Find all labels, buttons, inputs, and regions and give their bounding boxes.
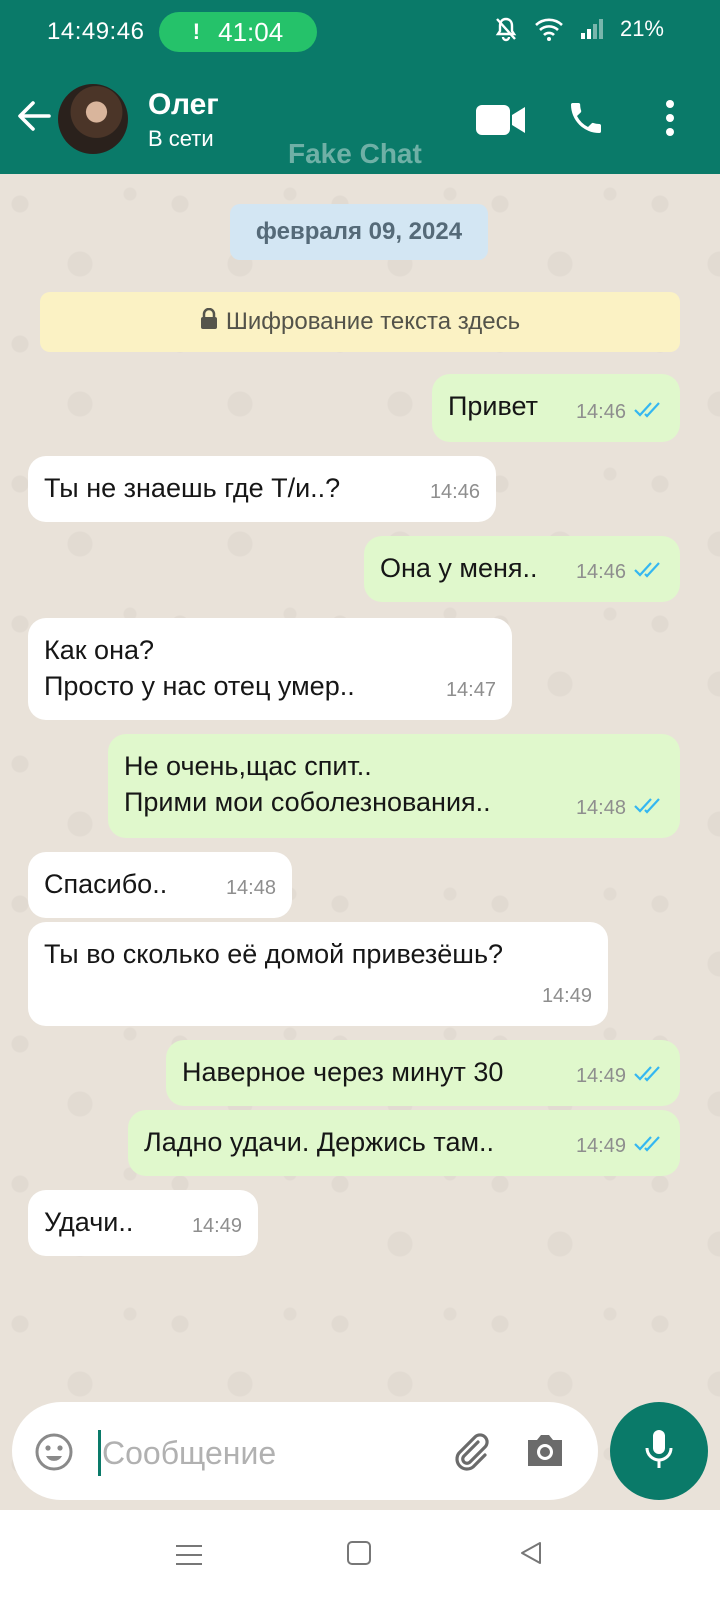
message-bubble-incoming[interactable]: Как она? Просто у нас отец умер.. 14:47 [28,618,512,720]
message-bubble-incoming[interactable]: Ты не знаешь где Т/и..? 14:46 [28,456,496,522]
message-text: Удачи.. [44,1207,134,1237]
contact-name[interactable]: Олег [148,88,219,122]
message-text: Ты во сколько её домой привезёшь? [44,939,504,969]
message-bubble-incoming[interactable]: Удачи.. 14:49 [28,1190,258,1256]
system-navigation-bar [0,1510,720,1600]
nav-back-icon[interactable] [518,1540,544,1571]
back-arrow-icon[interactable] [16,98,52,139]
message-time: 14:46 [575,561,626,583]
phone-call-icon[interactable] [566,98,606,143]
status-icons: 21% [494,16,664,42]
message-input[interactable] [102,1430,432,1476]
signal-icon [580,18,604,40]
message-composer [12,1402,598,1500]
wifi-icon [534,17,564,41]
message-bubble-outgoing[interactable]: Привет 14:46 [432,374,680,442]
paperclip-icon[interactable] [448,1428,492,1477]
lock-icon [200,307,218,337]
message-text: Ты не знаешь где Т/и..? [44,473,341,503]
message-time: 14:49 [575,1065,626,1087]
message-bubble-incoming[interactable]: Ты во сколько её домой привезёшь? 14:49 [28,922,608,1026]
read-ticks-icon [634,790,664,826]
message-bubble-outgoing[interactable]: Она у меня.. 14:46 [364,536,680,602]
contact-online-status: В сети [148,126,214,151]
message-time: 14:49 [191,1215,242,1237]
message-time: 14:46 [575,401,626,423]
message-text: Как она? Просто у нас отец умер.. [44,635,355,701]
call-timer: 41:04 [218,16,284,47]
camera-icon[interactable] [524,1432,566,1473]
message-time: 14:47 [445,679,496,701]
message-bubble-outgoing[interactable]: Наверное через минут 30 14:49 [166,1040,680,1106]
read-ticks-icon [634,1058,664,1094]
message-time: 14:46 [429,481,480,503]
encryption-text: Шифрование текста здесь [225,308,521,335]
message-text: Спасибо.. [44,869,168,899]
message-text: Привет [448,391,539,421]
video-call-icon[interactable] [476,104,526,141]
chat-header: Олег В сети Fake Chat [0,66,720,174]
message-time: 14:48 [225,877,276,899]
home-icon[interactable] [346,1540,372,1571]
message-text: Она у меня.. [380,553,538,583]
message-text: Ладно удачи. Держись там.. [144,1127,495,1157]
muted-bell-icon [494,16,518,42]
date-separator: февраля 09, 2024 [230,204,488,260]
message-bubble-outgoing[interactable]: Ладно удачи. Держись там.. 14:49 [128,1110,680,1176]
recent-apps-icon[interactable] [176,1544,202,1571]
text-cursor [98,1430,101,1476]
status-bar: 14:49:46 ! 41:04 21% [0,0,720,66]
emoji-icon[interactable] [34,1432,74,1477]
chat-area[interactable]: февраля 09, 2024 Шифрование текста здесь… [0,174,720,1510]
message-time: 14:49 [541,985,592,1007]
message-time: 14:48 [575,797,626,819]
microphone-icon [644,1428,674,1475]
more-options-icon[interactable] [664,98,676,143]
message-bubble-outgoing[interactable]: Не очень,щас спит.. Прими мои соболезнов… [108,734,680,838]
read-ticks-icon [634,1128,664,1164]
message-text: Не очень,щас спит.. Прими мои соболезнов… [124,751,491,817]
ongoing-call-pill[interactable]: ! 41:04 [159,12,317,52]
read-ticks-icon [634,554,664,590]
app-watermark: Fake Chat [288,138,422,169]
message-text: Наверное через минут 30 [182,1057,504,1087]
encryption-notice[interactable]: Шифрование текста здесь [40,292,680,352]
status-time: 14:49:46 [47,18,145,45]
battery-level: 21% [619,16,664,41]
message-bubble-incoming[interactable]: Спасибо.. 14:48 [28,852,292,918]
call-alert-icon: ! [192,19,201,44]
voice-record-button[interactable] [610,1402,708,1500]
message-time: 14:49 [575,1135,626,1157]
read-ticks-icon [634,394,664,430]
contact-avatar[interactable] [58,84,128,154]
